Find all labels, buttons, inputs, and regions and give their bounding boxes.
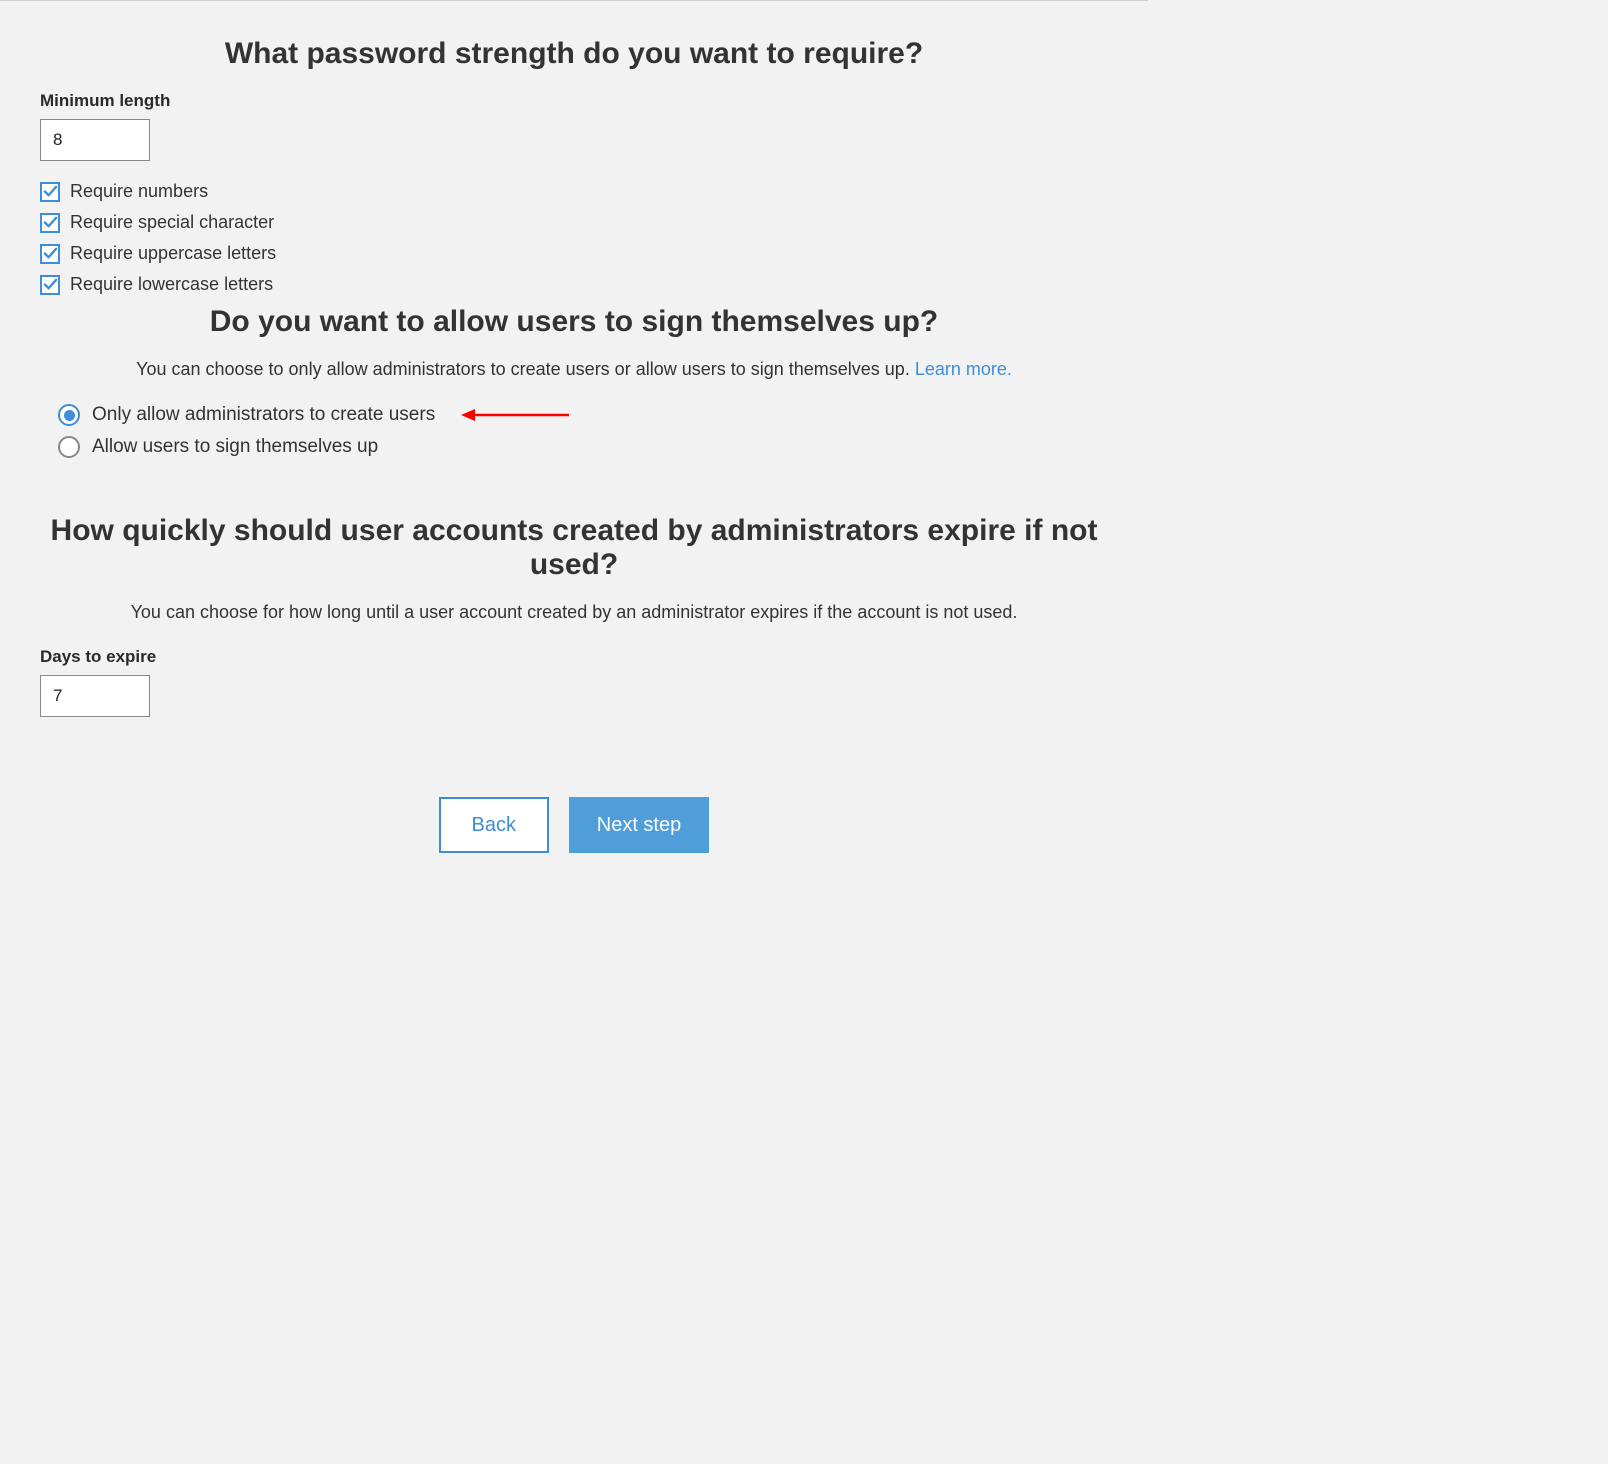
next-step-button[interactable]: Next step <box>569 797 709 853</box>
check-icon <box>43 246 58 261</box>
password-strength-heading: What password strength do you want to re… <box>40 37 1108 71</box>
radio-self-signup[interactable] <box>58 436 80 458</box>
back-button[interactable]: Back <box>439 797 549 853</box>
min-length-input[interactable] <box>40 119 150 161</box>
arrow-annotation-icon <box>461 405 571 425</box>
radio-label: Allow users to sign themselves up <box>92 436 378 458</box>
checkbox-row-require-special: Require special character <box>40 212 1108 233</box>
checkbox-label: Require numbers <box>70 181 208 202</box>
self-signup-heading: Do you want to allow users to sign thems… <box>40 305 1108 339</box>
expiration-heading: How quickly should user accounts created… <box>40 514 1108 582</box>
expiration-description: You can choose for how long until a user… <box>40 602 1108 623</box>
check-icon <box>43 277 58 292</box>
self-signup-description: You can choose to only allow administrat… <box>40 359 1108 380</box>
checkbox-require-numbers[interactable] <box>40 182 60 202</box>
checkbox-row-require-lowercase: Require lowercase letters <box>40 274 1108 295</box>
radio-label: Only allow administrators to create user… <box>92 404 435 426</box>
checkbox-require-lowercase[interactable] <box>40 275 60 295</box>
radio-admin-only[interactable] <box>58 404 80 426</box>
wizard-button-row: Back Next step <box>40 797 1108 853</box>
checkbox-row-require-numbers: Require numbers <box>40 181 1108 202</box>
radio-row-self-signup: Allow users to sign themselves up <box>58 436 1108 458</box>
self-signup-description-text: You can choose to only allow administrat… <box>136 359 915 379</box>
days-to-expire-label: Days to expire <box>40 647 1108 667</box>
checkbox-require-uppercase[interactable] <box>40 244 60 264</box>
check-icon <box>43 184 58 199</box>
checkbox-require-special[interactable] <box>40 213 60 233</box>
days-to-expire-input[interactable] <box>40 675 150 717</box>
min-length-label: Minimum length <box>40 91 1108 111</box>
check-icon <box>43 215 58 230</box>
password-requirements-list: Require numbers Require special characte… <box>40 181 1108 295</box>
radio-row-admin-only: Only allow administrators to create user… <box>58 404 1108 426</box>
checkbox-row-require-uppercase: Require uppercase letters <box>40 243 1108 264</box>
radio-dot-icon <box>64 410 75 421</box>
checkbox-label: Require uppercase letters <box>70 243 276 264</box>
learn-more-link[interactable]: Learn more. <box>915 359 1012 379</box>
self-signup-options: Only allow administrators to create user… <box>58 404 1108 458</box>
checkbox-label: Require special character <box>70 212 274 233</box>
checkbox-label: Require lowercase letters <box>70 274 273 295</box>
